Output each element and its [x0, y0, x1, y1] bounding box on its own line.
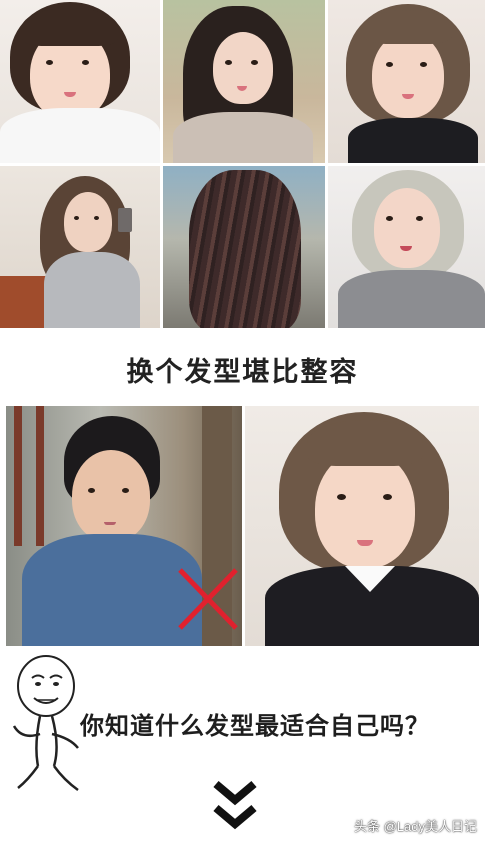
question-text: 你知道什么发型最适合自己吗？	[80, 712, 430, 740]
double-chevron-down-icon	[213, 780, 257, 830]
photo-long-curls-phone	[0, 166, 160, 328]
photo-before-short-hair	[6, 406, 242, 646]
photo-platinum-short-hair	[328, 166, 485, 328]
watermark: 头条 @Lady美人日记	[354, 819, 477, 834]
meme-figure-icon	[12, 655, 79, 792]
before-after-comparison	[0, 406, 485, 646]
cross-mark-icon	[178, 568, 238, 630]
hairstyle-photo-grid	[0, 0, 485, 328]
photo-wavy-bob	[328, 0, 485, 163]
headline: 换个发型堪比整容	[126, 357, 359, 388]
photo-after-wavy-bob	[245, 406, 479, 646]
photo-short-bob-bangs	[0, 0, 160, 163]
photo-long-dark-waves	[163, 0, 325, 163]
photo-back-curly-hair	[163, 166, 325, 328]
